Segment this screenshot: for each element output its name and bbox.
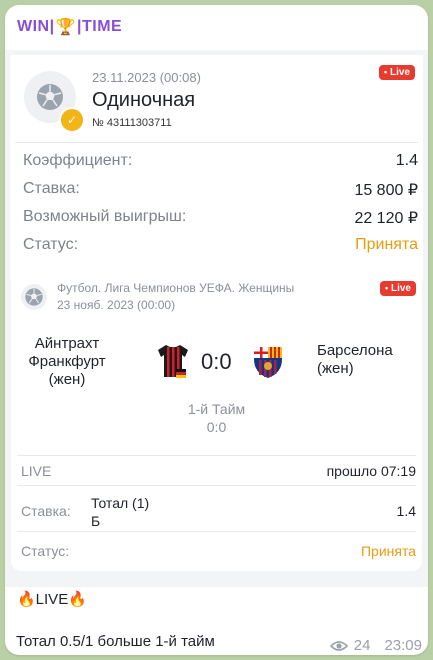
live-badge-label: Live [389,67,410,78]
coef-row: Коэффициент: 1.4 [23,152,418,170]
brand-left: WIN [17,18,50,35]
divider [17,485,416,486]
soccer-ball-icon [21,284,47,310]
coef-value: 1.4 [395,152,418,169]
home-kit-icon [158,345,188,378]
coef-label: Коэффициент: [23,152,133,169]
barcelona-crest-icon [254,347,282,378]
status-value: Принята [360,543,416,559]
live-badge-label: Live [390,283,411,294]
period-name: 1-й Тайм [187,401,246,417]
live-badge: • Live [379,65,415,80]
stake-label: Ставка: [23,180,80,197]
home-team-name: Айнтрахт Франкфурт (жен) [28,335,106,388]
live-label: LIVE [21,463,52,479]
view-count: 24 [353,637,371,654]
message-line-bet: Тотал 0.5/1 больше 1-й тайм [16,633,215,650]
brand-separator: | [49,18,55,35]
stake-row: Ставка: 15 800 ₽ [23,180,418,200]
trophy-icon: 🏆 [55,19,77,36]
live-dot-icon: • [384,67,388,77]
stake-selection: Тотал (1) Б [91,495,150,529]
status-label: Статус: [21,543,70,559]
bet-screenshot[interactable]: ✓ 23.11.2023 (00:08) Одиночная № 4311130… [5,50,428,587]
eye-icon [329,640,348,651]
away-team-name: Барселона (жен) [317,342,409,378]
channel-brand[interactable]: WIN | 🏆 | TIME [17,17,122,37]
league-name: Футбол. Лига Чемпионов УЕФА. Женщины [57,281,295,295]
period-score: 0:0 [206,419,227,435]
stake-coef: 1.4 [396,503,416,519]
payout-label: Возможный выигрыш: [23,208,187,225]
divider [17,531,416,532]
status-row: Статус: Принята [23,236,418,254]
divider [15,142,418,143]
status-label: Статус: [23,236,79,253]
divider [17,455,416,456]
message-meta: 24 23:09 [329,637,422,654]
match-score: 0:0 [201,349,232,374]
event-date: 23 нояб. 2023 (00:00) [57,298,176,312]
brand-right: TIME [82,18,123,35]
bet-summary-card: ✓ 23.11.2023 (00:08) Одиночная № 4311130… [10,55,423,280]
event-card: Футбол. Лига Чемпионов УЕФА. Женщины 23 … [11,267,422,571]
message-time: 23:09 [384,637,422,654]
check-icon: ✓ [59,107,85,133]
away-team-label: Барселона (жен) [317,342,393,377]
payout-value: 22 120 ₽ [354,210,418,227]
live-badge: • Live [380,281,416,296]
live-dot-icon: • [385,283,389,293]
bet-type: Одиночная [92,89,196,111]
message-line-live: 🔥LIVE🔥 [17,591,87,608]
stake-label: Ставка: [21,503,71,519]
stake-value: 15 800 ₽ [354,182,418,199]
bet-datetime: 23.11.2023 (00:08) [92,70,201,85]
bet-number: № 43111303711 [92,117,172,129]
payout-row: Возможный выигрыш: 22 120 ₽ [23,208,418,228]
status-value: Принята [355,236,418,253]
elapsed-time: прошло 07:19 [326,463,416,479]
message-bubble: WIN | 🏆 | TIME ✓ 23.11.2023 (00:08) Один… [5,5,428,655]
